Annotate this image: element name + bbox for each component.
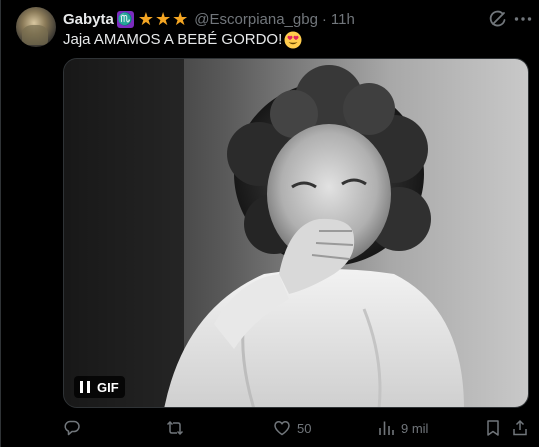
tweet-header: Gabyta ♏ ★★★ @Escorpiana_gbg · 11h	[63, 9, 355, 29]
tweet-text-body: Jaja AMAMOS A BEBÉ GORDO!	[63, 31, 283, 48]
bookmark-button[interactable]	[484, 416, 502, 440]
views-icon	[379, 421, 394, 435]
gif-badge[interactable]: GIF	[74, 376, 125, 398]
pause-icon[interactable]	[80, 381, 90, 393]
avatar[interactable]	[16, 7, 56, 47]
more-icon[interactable]	[512, 8, 534, 30]
gif-media[interactable]: GIF	[63, 58, 529, 408]
views-count: 9 mil	[401, 420, 429, 436]
reply-icon	[64, 420, 80, 436]
reply-button[interactable]	[63, 416, 87, 440]
share-icon	[513, 419, 527, 436]
tweet-text: Jaja AMAMOS A BEBÉ GORDO!	[63, 30, 302, 50]
smiling-face-with-heart-eyes-icon	[284, 31, 302, 49]
repost-icon	[166, 420, 184, 436]
like-count: 50	[297, 420, 312, 436]
gif-frame-image	[64, 59, 528, 407]
separator: ·	[321, 10, 327, 28]
stars-icon: ★★★	[137, 9, 190, 29]
heart-icon	[274, 421, 290, 436]
repost-button[interactable]	[166, 416, 190, 440]
like-button[interactable]: 50	[273, 416, 311, 440]
timestamp[interactable]: 11h	[331, 11, 355, 28]
gif-label: GIF	[97, 379, 119, 395]
tweet[interactable]: Gabyta ♏ ★★★ @Escorpiana_gbg · 11h Jaja …	[0, 0, 539, 447]
share-button[interactable]	[511, 416, 529, 440]
zodiac-badge-icon: ♏	[116, 10, 134, 28]
tweet-actions: 50 9 mil	[63, 416, 533, 440]
grok-icon[interactable]	[487, 8, 509, 30]
author-name[interactable]: Gabyta	[63, 11, 114, 28]
views-button[interactable]: 9 mil	[377, 416, 428, 440]
author-handle[interactable]: @Escorpiana_gbg	[194, 11, 318, 28]
bookmark-icon	[487, 420, 499, 436]
